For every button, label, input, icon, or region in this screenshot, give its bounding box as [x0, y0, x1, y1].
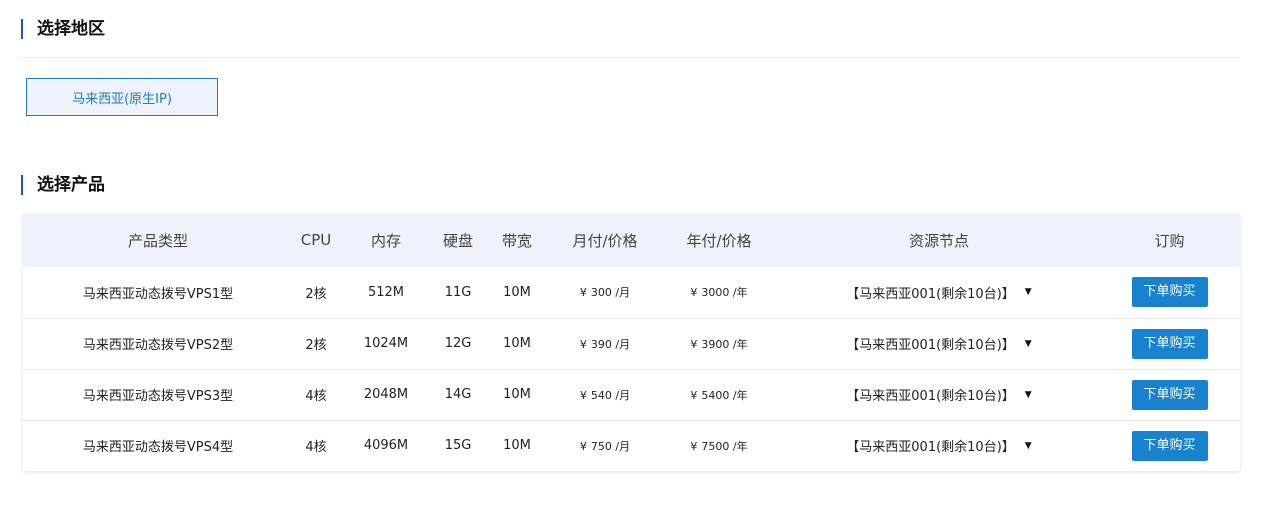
currency-symbol: ¥	[579, 337, 587, 351]
product-section-title: 选择产品	[21, 175, 105, 195]
buy-button[interactable]: 下单购买	[1131, 328, 1208, 359]
memory-value: 1024M	[363, 336, 409, 351]
currency-symbol: ¥	[579, 439, 587, 453]
col-header-memory: 内存	[370, 231, 401, 250]
monthly-unit: /月	[615, 337, 631, 351]
yearly-price-value: 7500	[701, 439, 730, 453]
region-divider	[21, 57, 1240, 58]
col-header-product-type: 产品类型	[127, 231, 188, 250]
monthly-price: ¥540 /月	[551, 369, 659, 420]
disk-value: 11G	[444, 284, 472, 300]
currency-symbol: ¥	[690, 286, 698, 300]
buy-button[interactable]: 下单购买	[1131, 277, 1208, 308]
yearly-unit: /年	[732, 439, 748, 453]
currency-symbol: ¥	[690, 388, 698, 402]
product-table-container: 产品类型 CPU 内存 硬盘 带宽 月付/价格 年付/价格 资源节点 订购 马来…	[23, 213, 1240, 471]
product-name: 马来西亚动态拨号VPS2型	[82, 338, 234, 353]
yearly-price-value: 5400	[701, 388, 730, 402]
node-cell: 【马来西亚001(剩余10台)】 ▼	[779, 369, 1099, 420]
order-cell: 下单购买	[1099, 267, 1240, 318]
col-header-order: 订购	[1154, 231, 1185, 250]
monthly-price-value: 750	[590, 439, 612, 453]
monthly-price: ¥390 /月	[551, 318, 659, 369]
page: 选择地区 马来西亚(原生IP) 选择产品 产品类型 CPU 内存 硬盘 带宽 月…	[0, 0, 1288, 506]
node-select-value: 【马来西亚001(剩余10台)】	[846, 440, 1015, 456]
bandwidth-value: 10M	[503, 387, 531, 402]
node-select-value: 【马来西亚001(剩余10台)】	[846, 286, 1015, 302]
caret-down-icon: ▼	[1024, 338, 1032, 349]
disk-value: 12G	[444, 336, 472, 351]
table-row: 马来西亚动态拨号VPS4型 4核 4096M 15G 10M ¥750 /月 ¥…	[23, 420, 1240, 471]
memory-value: 2048M	[363, 387, 409, 402]
yearly-price-value: 3900	[701, 337, 730, 351]
table-header-row: 产品类型 CPU 内存 硬盘 带宽 月付/价格 年付/价格 资源节点 订购	[23, 213, 1240, 267]
caret-down-icon: ▼	[1024, 389, 1032, 400]
memory-value: 512M	[367, 284, 405, 300]
bandwidth-value: 10M	[503, 336, 531, 351]
cpu-value: 2核	[305, 338, 327, 353]
yearly-price: ¥5400 /年	[659, 369, 779, 420]
product-name: 马来西亚动态拨号VPS1型	[82, 286, 234, 302]
currency-symbol: ¥	[579, 388, 587, 402]
node-select[interactable]: 【马来西亚001(剩余10台)】 ▼	[846, 436, 1031, 455]
cpu-value: 4核	[305, 389, 327, 404]
currency-symbol: ¥	[579, 286, 587, 300]
monthly-unit: /月	[615, 439, 631, 453]
node-select-value: 【马来西亚001(剩余10台)】	[846, 338, 1015, 353]
yearly-price: ¥3900 /年	[659, 318, 779, 369]
order-cell: 下单购买	[1099, 318, 1240, 369]
order-cell: 下单购买	[1099, 420, 1240, 471]
caret-down-icon: ▼	[1024, 440, 1032, 451]
yearly-unit: /年	[732, 388, 748, 402]
yearly-unit: /年	[732, 286, 748, 300]
buy-button[interactable]: 下单购买	[1131, 379, 1208, 410]
monthly-unit: /月	[615, 388, 631, 402]
col-header-yearly-price: 年付/价格	[686, 231, 752, 250]
col-header-node: 资源节点	[908, 231, 969, 250]
table-row: 马来西亚动态拨号VPS1型 2核 512M 11G 10M ¥300 /月 ¥3…	[23, 267, 1240, 318]
region-option-malaysia[interactable]: 马来西亚(原生IP)	[26, 78, 218, 116]
bandwidth-value: 10M	[503, 438, 531, 454]
monthly-unit: /月	[615, 286, 631, 300]
region-section-title: 选择地区	[21, 19, 105, 39]
cpu-value: 2核	[305, 286, 327, 302]
product-name: 马来西亚动态拨号VPS4型	[82, 440, 234, 456]
monthly-price-value: 540	[590, 388, 612, 402]
product-name: 马来西亚动态拨号VPS3型	[82, 389, 234, 404]
monthly-price-value: 390	[590, 337, 612, 351]
col-header-disk: 硬盘	[442, 231, 473, 250]
disk-value: 15G	[444, 438, 472, 454]
yearly-unit: /年	[732, 337, 748, 351]
node-select-value: 【马来西亚001(剩余10台)】	[846, 389, 1015, 404]
monthly-price: ¥300 /月	[551, 267, 659, 318]
yearly-price-value: 3000	[701, 286, 730, 300]
buy-button[interactable]: 下单购买	[1131, 430, 1208, 461]
node-select[interactable]: 【马来西亚001(剩余10台)】 ▼	[846, 385, 1031, 404]
node-select[interactable]: 【马来西亚001(剩余10台)】 ▼	[846, 283, 1031, 302]
col-header-cpu: CPU	[300, 231, 332, 249]
disk-value: 14G	[444, 387, 472, 402]
node-cell: 【马来西亚001(剩余10台)】 ▼	[779, 318, 1099, 369]
yearly-price: ¥3000 /年	[659, 267, 779, 318]
cpu-value: 4核	[305, 440, 327, 456]
caret-down-icon: ▼	[1024, 287, 1032, 298]
currency-symbol: ¥	[690, 439, 698, 453]
table-row: 马来西亚动态拨号VPS3型 4核 2048M 14G 10M ¥540 /月 ¥…	[23, 369, 1240, 420]
currency-symbol: ¥	[690, 337, 698, 351]
node-cell: 【马来西亚001(剩余10台)】 ▼	[779, 420, 1099, 471]
node-cell: 【马来西亚001(剩余10台)】 ▼	[779, 267, 1099, 318]
col-header-monthly-price: 月付/价格	[572, 231, 638, 250]
table-row: 马来西亚动态拨号VPS2型 2核 1024M 12G 10M ¥390 /月 ¥…	[23, 318, 1240, 369]
bandwidth-value: 10M	[503, 284, 531, 300]
order-cell: 下单购买	[1099, 369, 1240, 420]
product-table: 产品类型 CPU 内存 硬盘 带宽 月付/价格 年付/价格 资源节点 订购 马来…	[23, 213, 1240, 471]
col-header-bandwidth: 带宽	[501, 231, 532, 250]
node-select[interactable]: 【马来西亚001(剩余10台)】 ▼	[846, 334, 1031, 353]
monthly-price: ¥750 /月	[551, 420, 659, 471]
yearly-price: ¥7500 /年	[659, 420, 779, 471]
monthly-price-value: 300	[590, 286, 612, 300]
memory-value: 4096M	[363, 438, 409, 454]
